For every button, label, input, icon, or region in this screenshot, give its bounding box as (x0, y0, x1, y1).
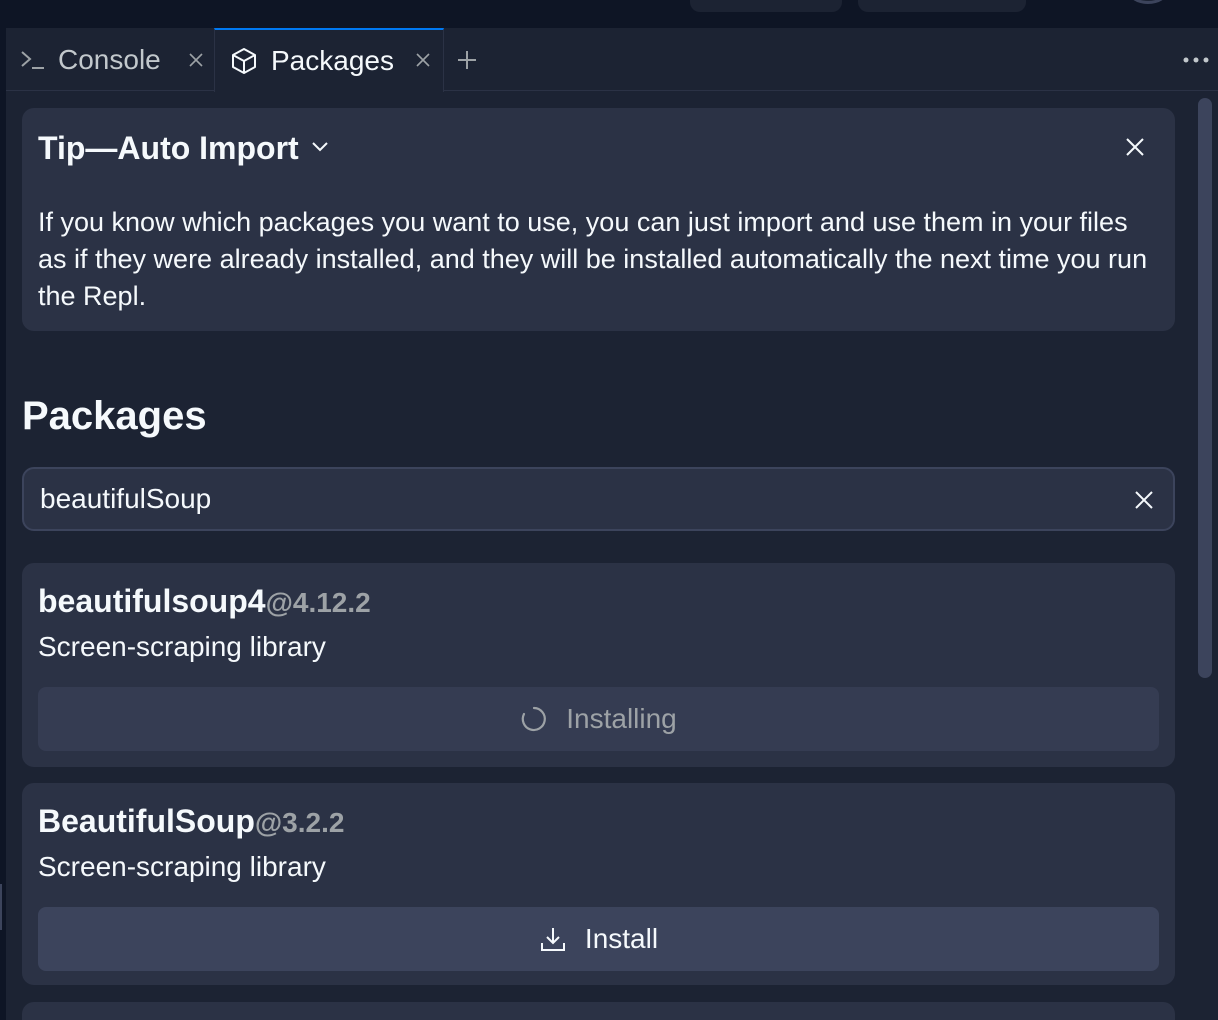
package-description: Screen-scraping library (38, 851, 326, 882)
scrollbar[interactable] (1196, 98, 1214, 1020)
package-description: Screen-scraping library (38, 631, 326, 662)
chevron-down-icon[interactable] (310, 140, 330, 154)
package-version: @3.2.2 (254, 807, 345, 838)
tip-card: Tip—Auto Import If you know which packag… (22, 108, 1175, 331)
package-result: beautifulsoup4@4.12.2 Screen-scraping li… (22, 563, 1175, 767)
package-version: @4.12.2 (265, 587, 371, 618)
tip-title: Tip—Auto Import (38, 130, 299, 166)
tab-packages[interactable]: Packages (214, 28, 444, 92)
packages-content: Tip—Auto Import If you know which packag… (6, 92, 1194, 1020)
top-pill-2[interactable] (858, 0, 1026, 12)
package-icon (232, 48, 256, 74)
install-button[interactable]: Install (38, 907, 1159, 971)
close-icon[interactable] (415, 52, 431, 68)
section-title: Packages (22, 394, 207, 438)
clear-search-icon[interactable] (1134, 490, 1154, 510)
package-name: beautifulsoup4@4.12.2 (38, 583, 371, 620)
top-pill-1[interactable] (690, 0, 842, 12)
download-icon (540, 928, 565, 951)
scrollbar-thumb[interactable] (1198, 98, 1212, 678)
install-label: Install (584, 923, 659, 954)
spinner-icon (521, 706, 547, 732)
avatar[interactable] (1128, 0, 1168, 4)
tab-console[interactable]: Console (6, 28, 214, 91)
search-input[interactable] (40, 469, 1100, 529)
installing-button[interactable]: Installing (38, 687, 1159, 751)
packages-panel: Console Packages Tip—Auto Import If you … (6, 28, 1218, 1020)
tab-console-label: Console (58, 43, 161, 75)
close-icon[interactable] (1124, 136, 1146, 158)
close-icon[interactable] (188, 52, 204, 68)
package-result (22, 1002, 1175, 1020)
side-divider (0, 884, 2, 930)
more-options-icon[interactable] (1182, 56, 1210, 64)
package-name: BeautifulSoup@3.2.2 (38, 803, 344, 840)
terminal-icon (21, 50, 44, 69)
package-name-text: BeautifulSoup (38, 803, 255, 839)
tab-packages-label: Packages (271, 45, 394, 76)
package-name-text: beautifulsoup4 (38, 583, 266, 619)
add-tab-icon[interactable] (456, 49, 478, 71)
package-result: BeautifulSoup@3.2.2 Screen-scraping libr… (22, 783, 1175, 985)
top-strip (0, 0, 1218, 28)
tip-body: If you know which packages you want to u… (38, 207, 1148, 311)
installing-label: Installing (566, 703, 677, 734)
package-search (22, 467, 1175, 531)
tab-bar: Console Packages (6, 28, 1218, 92)
